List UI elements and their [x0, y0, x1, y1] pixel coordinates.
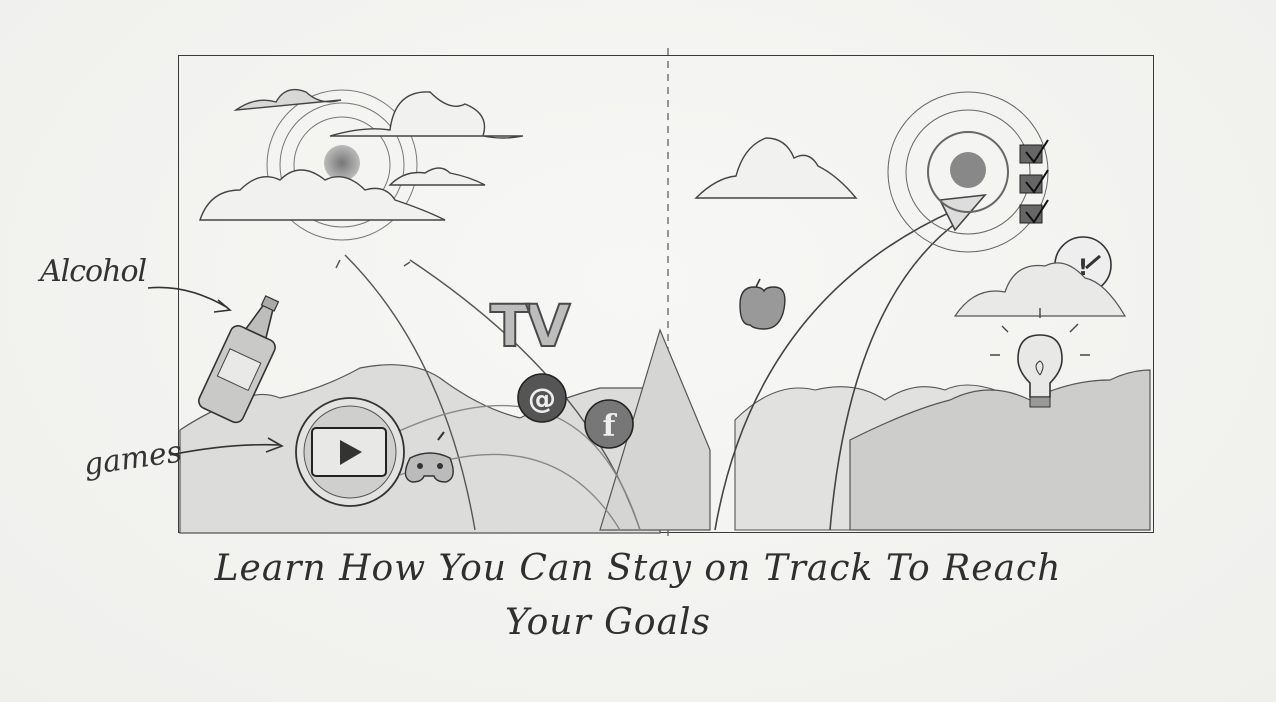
- apple-icon: [739, 278, 786, 330]
- tagline-line1: Learn How You Can Stay on Track To Reach: [214, 548, 1062, 589]
- svg-text:f: f: [603, 409, 618, 444]
- facebook-icon: f: [584, 399, 634, 449]
- svg-text:@: @: [528, 382, 556, 415]
- at-icon: @: [517, 373, 567, 423]
- cloud-icon: [199, 88, 524, 221]
- checkbox-icon: [1019, 139, 1049, 224]
- play-icon: [295, 397, 405, 507]
- tagline-line2: Your Goals: [504, 602, 712, 643]
- tv-text: TV: [489, 291, 571, 361]
- target-icon: [887, 91, 1049, 253]
- alcohol-annotation: Alcohol: [40, 254, 147, 289]
- cloud-icon: [694, 137, 858, 199]
- storyboard-sketch: @ f !: [147, 48, 1151, 540]
